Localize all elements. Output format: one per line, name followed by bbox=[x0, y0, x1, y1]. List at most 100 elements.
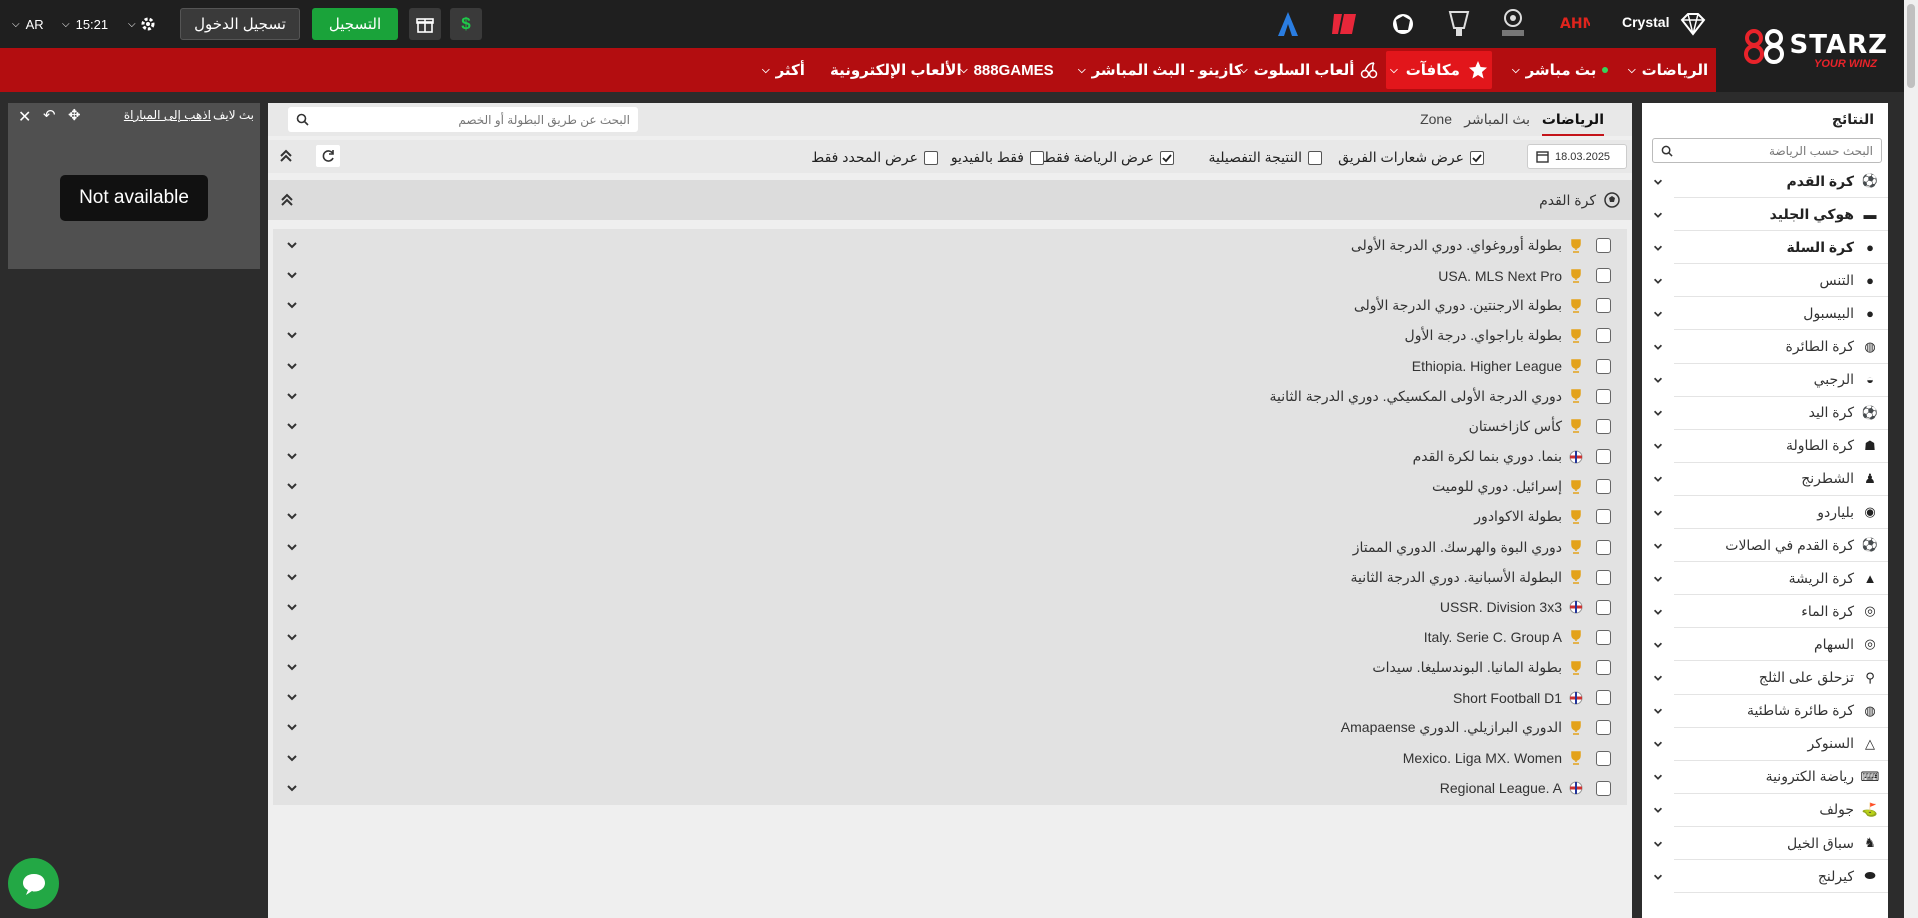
chevron-down-icon[interactable] bbox=[1642, 694, 1674, 728]
nav-live-casino[interactable]: كازينو - البث المباشر ⌵ bbox=[1078, 48, 1243, 92]
filter-video-only[interactable]: فقط بالفيديو bbox=[951, 149, 1044, 166]
login-button[interactable]: تسجيل الدخول bbox=[180, 8, 300, 40]
sport-item[interactable]: ☗ كرة الطاولة bbox=[1642, 429, 1888, 463]
sport-item[interactable]: ⬬ كيرلنج bbox=[1642, 860, 1888, 894]
section-header-football[interactable]: كرة القدم bbox=[268, 180, 1632, 220]
register-button[interactable]: التسجيل bbox=[312, 8, 398, 40]
nav-slots[interactable]: ألعاب السلوت ⌵ bbox=[1240, 48, 1378, 92]
chevron-down-icon[interactable] bbox=[1642, 628, 1674, 662]
chevron-down-icon[interactable] bbox=[285, 268, 299, 282]
settings-button[interactable]: ⌵ bbox=[128, 12, 168, 36]
chevron-down-icon[interactable] bbox=[285, 690, 299, 704]
chevron-down-icon[interactable] bbox=[1642, 661, 1674, 695]
league-row[interactable]: دوري الدرجة الأولى المكسيكي. دوري الدرجة… bbox=[273, 379, 1627, 413]
team-logo-icon[interactable]: AHM bbox=[1558, 12, 1596, 34]
league-row[interactable]: بطولة الارجنتين. دوري الدرجة الأولى bbox=[273, 289, 1627, 323]
time-selector[interactable]: ⌵ 15:21 bbox=[62, 12, 108, 36]
chevron-down-icon[interactable] bbox=[1642, 396, 1674, 430]
sport-item[interactable]: ⚲ تزحلق على الثلج bbox=[1642, 661, 1888, 695]
page-scrollbar[interactable] bbox=[1904, 0, 1918, 918]
chevron-down-icon[interactable] bbox=[285, 359, 299, 373]
league-checkbox[interactable] bbox=[1596, 449, 1611, 465]
sport-item[interactable]: ⚽ كرة اليد bbox=[1642, 396, 1888, 430]
chevron-down-icon[interactable] bbox=[1642, 496, 1674, 529]
sport-item[interactable]: ◒ الرجبي bbox=[1642, 363, 1888, 397]
league-checkbox[interactable] bbox=[1596, 660, 1611, 676]
europa-league-logo-icon[interactable] bbox=[1446, 8, 1472, 40]
chat-button[interactable] bbox=[8, 858, 59, 909]
chevron-down-icon[interactable] bbox=[285, 479, 299, 493]
filter-selected-only[interactable]: عرض المحدد فقط bbox=[811, 149, 938, 166]
chevron-down-icon[interactable] bbox=[285, 600, 299, 614]
league-row[interactable]: البطولة الأسبانية. دوري الدرجة الثانية bbox=[273, 560, 1627, 594]
language-selector[interactable]: ⌵ AR bbox=[12, 12, 44, 36]
league-checkbox[interactable] bbox=[1596, 418, 1611, 434]
refresh-button[interactable] bbox=[316, 145, 340, 167]
chevron-down-icon[interactable] bbox=[1642, 462, 1674, 496]
league-checkbox[interactable] bbox=[1596, 750, 1611, 766]
league-checkbox[interactable] bbox=[1596, 690, 1611, 706]
nav-esports-games[interactable]: الألعاب الإلكترونية bbox=[830, 48, 962, 92]
sport-item[interactable]: ♟ الشطرنج bbox=[1642, 462, 1888, 496]
laliga-logo-icon[interactable] bbox=[1330, 10, 1358, 38]
chevron-down-icon[interactable] bbox=[1642, 297, 1674, 331]
sport-item[interactable]: ⌨ رياضة الكترونية bbox=[1642, 760, 1888, 794]
sport-item[interactable]: ◉ بلياردو bbox=[1642, 496, 1888, 529]
league-row[interactable]: USA. MLS Next Pro bbox=[273, 259, 1627, 293]
brand-logo[interactable]: 888STARZ YOUR WINZ bbox=[1744, 22, 1894, 70]
league-row[interactable]: بطولة أوروغواي. دوري الدرجة الأولى bbox=[273, 229, 1627, 262]
chevron-down-icon[interactable] bbox=[285, 540, 299, 554]
sport-item[interactable]: △ السنوكر bbox=[1642, 727, 1888, 761]
chevron-down-icon[interactable] bbox=[285, 570, 299, 584]
sport-item[interactable]: ⛳ جولف bbox=[1642, 793, 1888, 827]
league-row[interactable]: USSR. Division 3x3 bbox=[273, 590, 1627, 624]
chevron-down-icon[interactable] bbox=[1642, 595, 1674, 629]
checkbox[interactable] bbox=[1030, 150, 1044, 165]
chevron-down-icon[interactable] bbox=[1642, 231, 1674, 265]
league-checkbox[interactable] bbox=[1596, 238, 1611, 253]
deposit-button[interactable]: $ bbox=[450, 8, 482, 40]
sport-item[interactable]: ⚽ كرة القدم bbox=[1642, 165, 1888, 198]
league-row[interactable]: بطولة المانيا. البوندسليغا. سيدات bbox=[273, 651, 1627, 685]
filter-sport-only[interactable]: عرض الرياضة فقط bbox=[1043, 149, 1174, 166]
chevron-down-icon[interactable] bbox=[285, 238, 299, 252]
sport-item[interactable]: ⚽ كرة القدم في الصالات bbox=[1642, 529, 1888, 563]
league-row[interactable]: Ethiopia. Higher League bbox=[273, 349, 1627, 383]
move-icon[interactable]: ✥ bbox=[68, 106, 81, 124]
chevron-down-icon[interactable] bbox=[285, 720, 299, 734]
league-checkbox[interactable] bbox=[1596, 720, 1611, 736]
chevron-down-icon[interactable] bbox=[1642, 827, 1674, 860]
go-to-match-link[interactable]: اذهب إلى المباراة bbox=[124, 108, 211, 122]
league-row[interactable]: Short Football D1 bbox=[273, 681, 1627, 715]
league-checkbox[interactable] bbox=[1596, 539, 1611, 555]
crystal-label[interactable]: Crystal bbox=[1622, 14, 1669, 30]
league-row[interactable]: إسرائيل. دوري للوميت bbox=[273, 470, 1627, 504]
tab-live[interactable]: بث المباشر bbox=[1464, 111, 1530, 128]
league-row[interactable]: بطولة الاكوادور bbox=[273, 500, 1627, 534]
league-row[interactable]: Mexico. Liga MX. Women bbox=[273, 741, 1627, 775]
scrollbar-thumb[interactable] bbox=[1907, 4, 1915, 88]
league-checkbox[interactable] bbox=[1596, 780, 1611, 796]
league-checkbox[interactable] bbox=[1596, 268, 1611, 284]
sport-item[interactable]: ◎ السهام bbox=[1642, 628, 1888, 662]
filter-team-logos[interactable]: عرض شعارات الفريق bbox=[1338, 149, 1484, 166]
chevron-down-icon[interactable] bbox=[1642, 330, 1674, 364]
sport-item[interactable]: ● التنس bbox=[1642, 264, 1888, 298]
checkbox[interactable] bbox=[924, 150, 938, 165]
league-checkbox[interactable] bbox=[1596, 629, 1611, 645]
league-checkbox[interactable] bbox=[1596, 599, 1611, 615]
chevron-down-icon[interactable] bbox=[1642, 165, 1674, 198]
close-icon[interactable]: ✕ bbox=[18, 107, 31, 127]
chevron-down-icon[interactable] bbox=[1642, 264, 1674, 298]
chevron-down-icon[interactable] bbox=[1642, 429, 1674, 463]
chevron-down-icon[interactable] bbox=[1642, 793, 1674, 827]
nav-more[interactable]: أكثر ⌵ bbox=[762, 48, 805, 92]
sport-item[interactable]: ● البيسبول bbox=[1642, 297, 1888, 331]
league-checkbox[interactable] bbox=[1596, 298, 1611, 314]
nav-bonuses[interactable]: مكافآت ⌵ bbox=[1386, 51, 1492, 89]
chevron-down-icon[interactable] bbox=[1642, 529, 1674, 563]
checkbox[interactable] bbox=[1160, 150, 1174, 165]
nav-888games[interactable]: 888GAMES ⌵ bbox=[960, 48, 1054, 92]
chevron-down-icon[interactable] bbox=[1642, 760, 1674, 794]
gift-button[interactable] bbox=[409, 8, 441, 40]
